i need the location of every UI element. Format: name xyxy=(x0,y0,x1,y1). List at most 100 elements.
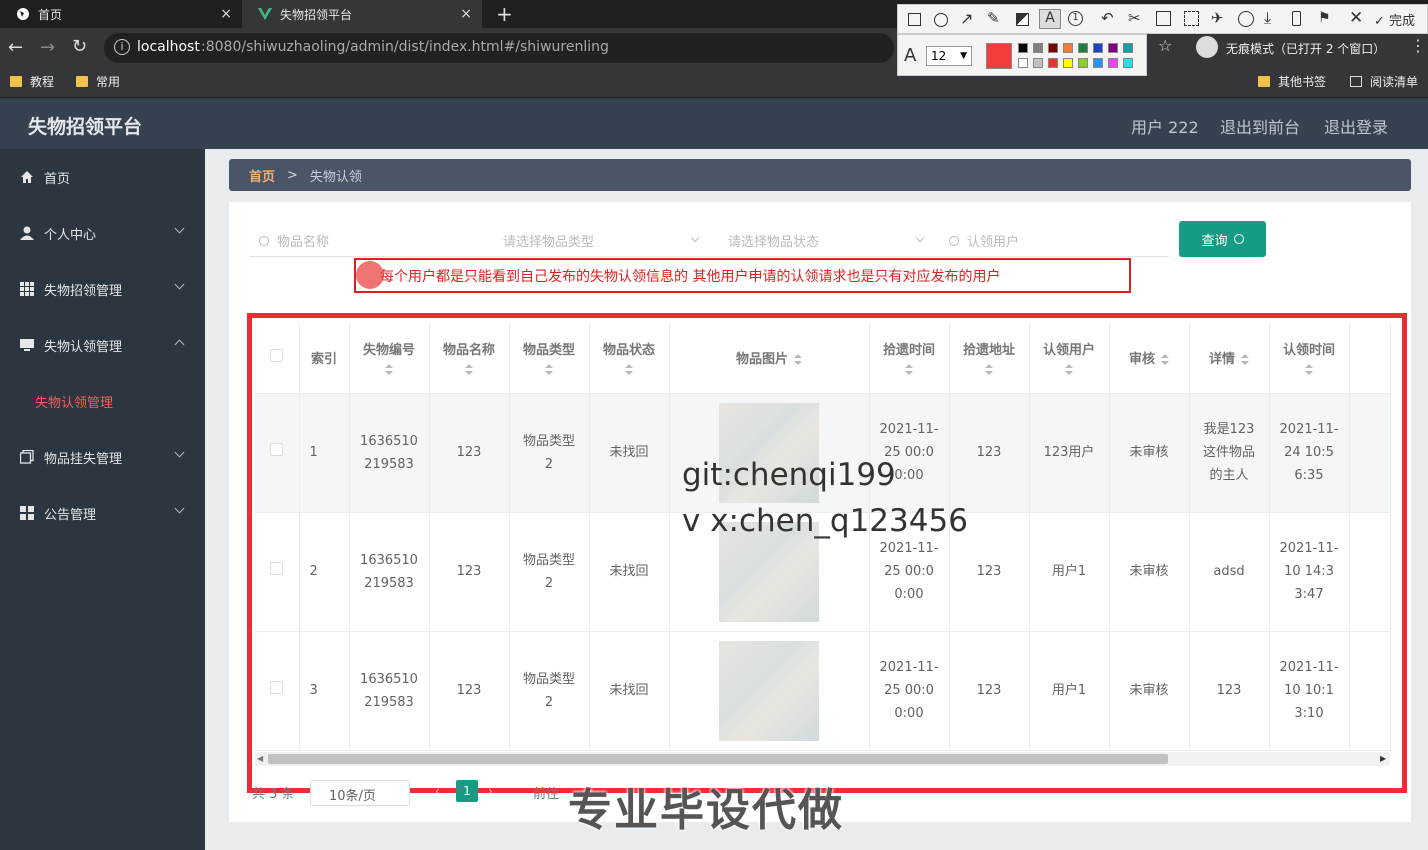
color-swatch[interactable] xyxy=(1108,43,1118,53)
browser-tab-label: 失物招领平台 xyxy=(280,7,353,22)
search-icon xyxy=(949,235,959,246)
close-icon[interactable]: × xyxy=(220,6,232,22)
color-swatch[interactable] xyxy=(1093,43,1103,53)
incognito-icon[interactable] xyxy=(1196,36,1218,58)
sidebar-item-label: 个人中心 xyxy=(44,227,97,243)
record-icon[interactable] xyxy=(1238,11,1254,27)
text-tool-icon[interactable]: A xyxy=(1039,9,1061,29)
back-to-front-link[interactable]: 退出到前台 xyxy=(1220,114,1300,138)
item-type-select[interactable]: 请选择物品类型 xyxy=(479,225,704,257)
breadcrumb-separator: > xyxy=(287,167,298,183)
phone-icon[interactable] xyxy=(1292,11,1301,26)
watermark-vx: v x:chen_q123456 xyxy=(682,503,968,539)
breadcrumb-current: 失物认领 xyxy=(309,169,362,185)
cancel-icon[interactable]: ✕ xyxy=(1349,8,1363,28)
chevron-down-icon xyxy=(915,233,925,243)
page-button-current[interactable]: 1 xyxy=(456,780,478,802)
browser-tab-app[interactable]: 失物招领平台 × xyxy=(242,0,482,28)
pen-tool-icon[interactable]: ✎ xyxy=(987,9,1000,27)
color-swatch[interactable] xyxy=(1033,43,1043,53)
download-icon[interactable]: ⤓ xyxy=(1264,8,1271,28)
breadcrumb-home[interactable]: 首页 xyxy=(249,166,275,185)
sidebar-item-claims[interactable]: 失物认领管理 xyxy=(0,317,205,373)
item-name-search[interactable]: 物品名称 xyxy=(249,225,479,257)
claim-user-search[interactable]: 认领用户 xyxy=(929,225,1169,257)
back-icon[interactable]: ← xyxy=(8,37,23,58)
color-swatch[interactable] xyxy=(1063,43,1073,53)
logout-link[interactable]: 退出登录 xyxy=(1324,114,1388,138)
claim-user-placeholder: 认领用户 xyxy=(967,235,1020,250)
done-button[interactable]: ✓ 完成 xyxy=(1374,10,1415,29)
color-swatch[interactable] xyxy=(1063,58,1073,68)
scissors-icon[interactable]: ✂ xyxy=(1128,9,1141,27)
notice-annotation: 每个用户都是只能看到自己发布的失物认领信息的 其他用户申请的认领请求也是只有对应… xyxy=(354,258,1131,293)
mosaic-tool-icon[interactable] xyxy=(1016,13,1029,26)
url-field[interactable]: i localhost :8080/shiwuzhaoling/admin/di… xyxy=(104,33,894,63)
current-color-swatch[interactable] xyxy=(986,43,1012,69)
browser-tab-home[interactable]: 首页 × xyxy=(0,0,242,28)
monitor-icon xyxy=(20,338,34,352)
color-swatch[interactable] xyxy=(1033,58,1043,68)
bookmark-common[interactable]: 常用 xyxy=(76,73,120,90)
menu-icon[interactable]: ⋮ xyxy=(1410,36,1426,55)
page-size-select[interactable]: 10条/页 xyxy=(310,780,410,806)
font-icon: A xyxy=(904,45,917,66)
reading-list[interactable]: 阅读清单 xyxy=(1350,73,1418,90)
rectangle-tool-icon[interactable] xyxy=(908,13,921,26)
item-status-select[interactable]: 请选择物品状态 xyxy=(704,225,929,257)
pin-icon[interactable]: ✈ xyxy=(1211,9,1224,27)
reading-list-icon xyxy=(1350,76,1362,87)
arrow-tool-icon[interactable]: ↗ xyxy=(960,9,973,28)
font-size-select[interactable]: 12 ▼ xyxy=(926,46,972,66)
color-swatch[interactable] xyxy=(1093,58,1103,68)
app-title: 失物招领平台 xyxy=(28,116,143,138)
ellipse-tool-icon[interactable] xyxy=(934,13,948,27)
sidebar-item-lost-found[interactable]: 失物招领管理 xyxy=(0,261,205,317)
breadcrumb: 首页 > 失物认领 xyxy=(229,159,1411,191)
done-label: 完成 xyxy=(1389,14,1416,29)
query-button[interactable]: 查询 xyxy=(1179,221,1266,257)
forward-icon[interactable]: → xyxy=(40,37,55,58)
translate-icon[interactable] xyxy=(1156,11,1171,26)
close-icon[interactable]: × xyxy=(460,6,472,22)
undo-icon[interactable]: ↶ xyxy=(1101,9,1114,27)
chevron-down-icon xyxy=(174,223,185,234)
next-page-icon[interactable]: › xyxy=(488,784,493,798)
font-size-value: 12 xyxy=(931,49,947,63)
bookmark-tutorial[interactable]: 教程 xyxy=(10,73,54,90)
cursor-highlight xyxy=(356,261,384,289)
new-tab-icon[interactable]: + xyxy=(496,2,513,26)
bookmark-icon[interactable]: ⚑ xyxy=(1318,10,1331,26)
color-swatch[interactable] xyxy=(1018,43,1028,53)
url-path: :8080/shiwuzhaoling/admin/dist/index.htm… xyxy=(201,39,609,55)
chevron-down-icon xyxy=(174,447,185,458)
color-swatch[interactable] xyxy=(1123,43,1133,53)
ocr-icon[interactable] xyxy=(1184,11,1199,26)
color-swatch[interactable] xyxy=(1048,43,1058,53)
sidebar-item-label: 失物招领管理 xyxy=(44,283,123,299)
color-swatch[interactable] xyxy=(1123,58,1133,68)
home-icon xyxy=(20,170,34,184)
number-tool-icon[interactable]: 1 xyxy=(1068,11,1083,26)
page-size-value: 10条/页 xyxy=(329,789,376,804)
color-swatch[interactable] xyxy=(1078,58,1088,68)
vue-logo-icon xyxy=(258,7,272,21)
sidebar-item-loss-report[interactable]: 物品挂失管理 xyxy=(0,429,205,485)
sidebar-item-notices[interactable]: 公告管理 xyxy=(0,485,205,541)
reload-icon[interactable]: ↻ xyxy=(72,36,87,57)
sidebar-item-profile[interactable]: 个人中心 xyxy=(0,205,205,261)
bookmarks-bar: 教程 常用 其他书签 阅读清单 xyxy=(0,68,1428,98)
sidebar-item-home[interactable]: 首页 xyxy=(0,149,205,205)
notice-text: 每个用户都是只能看到自己发布的失物认领信息的 其他用户申请的认领请求也是只有对应… xyxy=(380,268,1001,285)
prev-page-icon[interactable]: ‹ xyxy=(435,784,440,798)
color-swatch[interactable] xyxy=(1108,58,1118,68)
star-icon[interactable]: ☆ xyxy=(1158,36,1172,55)
info-icon[interactable]: i xyxy=(114,39,130,55)
color-swatch[interactable] xyxy=(1078,43,1088,53)
sidebar-item-label: 物品挂失管理 xyxy=(44,451,123,467)
color-swatch[interactable] xyxy=(1018,58,1028,68)
incognito-label[interactable]: 无痕模式（已打开 2 个窗口） xyxy=(1226,40,1385,57)
color-swatch[interactable] xyxy=(1048,58,1058,68)
sidebar-subitem-claims-manage[interactable]: 失物认领管理 xyxy=(0,373,205,429)
bookmark-others[interactable]: 其他书签 xyxy=(1258,73,1326,90)
